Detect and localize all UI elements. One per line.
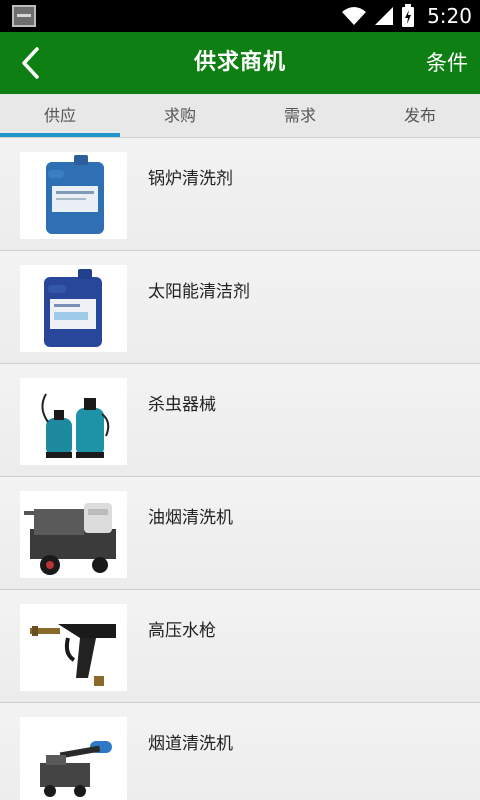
item-title: 烟道清洗机 bbox=[148, 734, 233, 754]
product-image-boiler-cleaner bbox=[20, 152, 127, 239]
product-image-hood-washer bbox=[20, 491, 127, 578]
list-item[interactable]: 太阳能清洁剂 bbox=[0, 251, 480, 364]
product-image-duct-cleaner bbox=[20, 717, 127, 800]
wifi-icon bbox=[342, 7, 367, 25]
product-image-solar-cleaner bbox=[20, 265, 127, 352]
status-bar: 5:20 bbox=[0, 0, 480, 32]
tab-supply[interactable]: 供应 bbox=[0, 94, 120, 137]
status-time: 5:20 bbox=[427, 4, 472, 28]
tab-purchase[interactable]: 求购 bbox=[120, 94, 240, 137]
tab-publish[interactable]: 发布 bbox=[360, 94, 480, 137]
filter-button[interactable]: 条件 bbox=[426, 32, 468, 94]
product-image-spray-gun bbox=[20, 604, 127, 691]
battery-charging-icon bbox=[402, 4, 415, 27]
product-image-pest-sprayers bbox=[20, 378, 127, 465]
item-title: 油烟清洗机 bbox=[148, 508, 233, 528]
list-item[interactable]: 高压水枪 bbox=[0, 590, 480, 703]
tab-bar: 供应 求购 需求 发布 bbox=[0, 94, 480, 138]
list-item[interactable]: 油烟清洗机 bbox=[0, 477, 480, 590]
page-title: 供求商机 bbox=[193, 50, 286, 75]
item-title: 高压水枪 bbox=[148, 621, 216, 641]
item-title: 锅炉清洗剂 bbox=[148, 169, 233, 189]
app-bar: 供求商机 条件 bbox=[0, 32, 480, 94]
signal-icon bbox=[375, 7, 394, 25]
item-title: 杀虫器械 bbox=[148, 395, 216, 415]
item-title: 太阳能清洁剂 bbox=[148, 282, 250, 302]
list-item[interactable]: 锅炉清洗剂 bbox=[0, 138, 480, 251]
list-item[interactable]: 杀虫器械 bbox=[0, 364, 480, 477]
product-list: 锅炉清洗剂 太阳能清洁剂 杀虫器械 油烟清洗机 高压水枪 烟道清洗机 bbox=[0, 138, 480, 800]
tab-demand[interactable]: 需求 bbox=[240, 94, 360, 137]
notification-thumbnail-icon bbox=[12, 5, 36, 27]
list-item[interactable]: 烟道清洗机 bbox=[0, 703, 480, 800]
status-icons: 5:20 bbox=[341, 0, 472, 32]
